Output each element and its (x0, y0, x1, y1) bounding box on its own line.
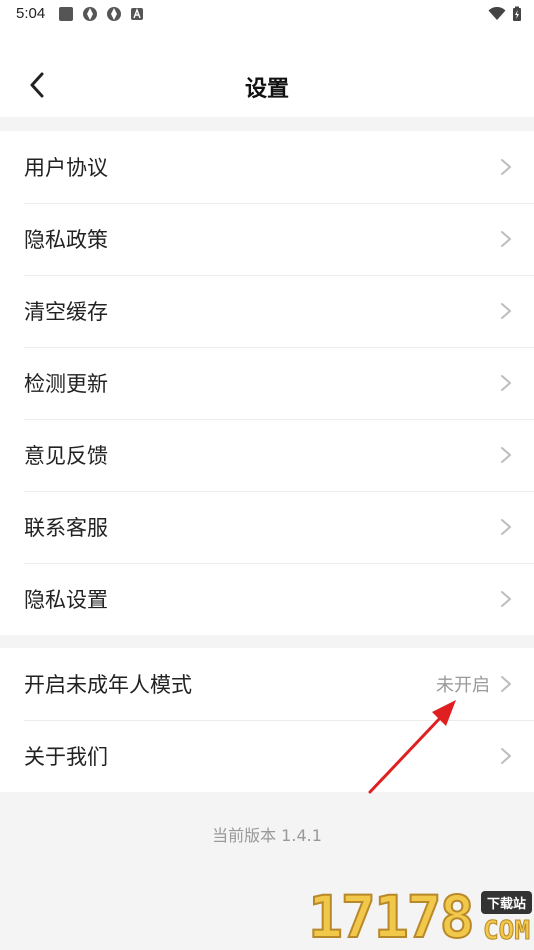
chevron-right-icon (501, 231, 511, 247)
chevron-right-icon (501, 159, 511, 175)
chevron-right-icon (501, 591, 511, 607)
menu-item-contact-support[interactable]: 联系客服 (0, 491, 534, 563)
watermark-digits: 17178 (307, 883, 476, 950)
status-bar: 5:04 (0, 0, 534, 30)
menu-item-privacy-settings[interactable]: 隐私设置 (0, 563, 534, 635)
menu-item-about-us[interactable]: 关于我们 (0, 720, 534, 792)
battery-charging-icon (513, 6, 521, 21)
version-text: 当前版本 1.4.1 (212, 826, 322, 845)
menu-item-minor-mode[interactable]: 开启未成年人模式 未开启 (0, 648, 534, 720)
chevron-right-icon (501, 375, 511, 391)
wifi-icon (488, 7, 506, 20)
status-time: 5:04 (16, 5, 46, 22)
chevron-right-icon (501, 447, 511, 463)
page-title: 设置 (244, 77, 289, 102)
chevron-right-icon (501, 303, 511, 319)
menu-item-label: 隐私政策 (24, 228, 108, 252)
menu-item-label: 隐私设置 (24, 588, 108, 612)
aperture-icon (107, 7, 121, 21)
watermark-logo: 17178 下载站 COM (307, 883, 534, 950)
status-icons-right (488, 6, 522, 22)
aperture-icon (83, 7, 97, 21)
settings-group-secondary: 开启未成年人模式 未开启 关于我们 (0, 648, 534, 792)
menu-item-label: 用户协议 (24, 156, 108, 180)
menu-item-label: 清空缓存 (24, 300, 108, 324)
header-bar: 设置 (0, 30, 534, 117)
app-square-icon (59, 7, 73, 21)
menu-item-label: 联系客服 (24, 516, 108, 540)
minor-mode-status: 未开启 (436, 675, 490, 696)
a-notification-icon (131, 8, 143, 20)
chevron-right-icon (501, 748, 511, 764)
watermark-badge: 下载站 (480, 891, 532, 914)
watermark-domain: COM (483, 916, 531, 947)
status-icons-left (58, 6, 144, 22)
menu-item-privacy-policy[interactable]: 隐私政策 (0, 203, 534, 275)
chevron-right-icon (501, 519, 511, 535)
menu-item-label: 关于我们 (24, 745, 108, 769)
menu-item-user-agreement[interactable]: 用户协议 (0, 131, 534, 203)
chevron-right-icon (501, 676, 511, 692)
menu-item-label: 意见反馈 (24, 444, 108, 468)
menu-item-clear-cache[interactable]: 清空缓存 (0, 275, 534, 347)
menu-item-feedback[interactable]: 意见反馈 (0, 419, 534, 491)
settings-group-main: 用户协议 隐私政策 清空缓存 检测更新 意见反馈 联系客服 隐私设置 (0, 131, 534, 635)
menu-item-label: 检测更新 (24, 372, 108, 396)
menu-item-check-update[interactable]: 检测更新 (0, 347, 534, 419)
menu-item-label: 开启未成年人模式 (24, 673, 192, 697)
